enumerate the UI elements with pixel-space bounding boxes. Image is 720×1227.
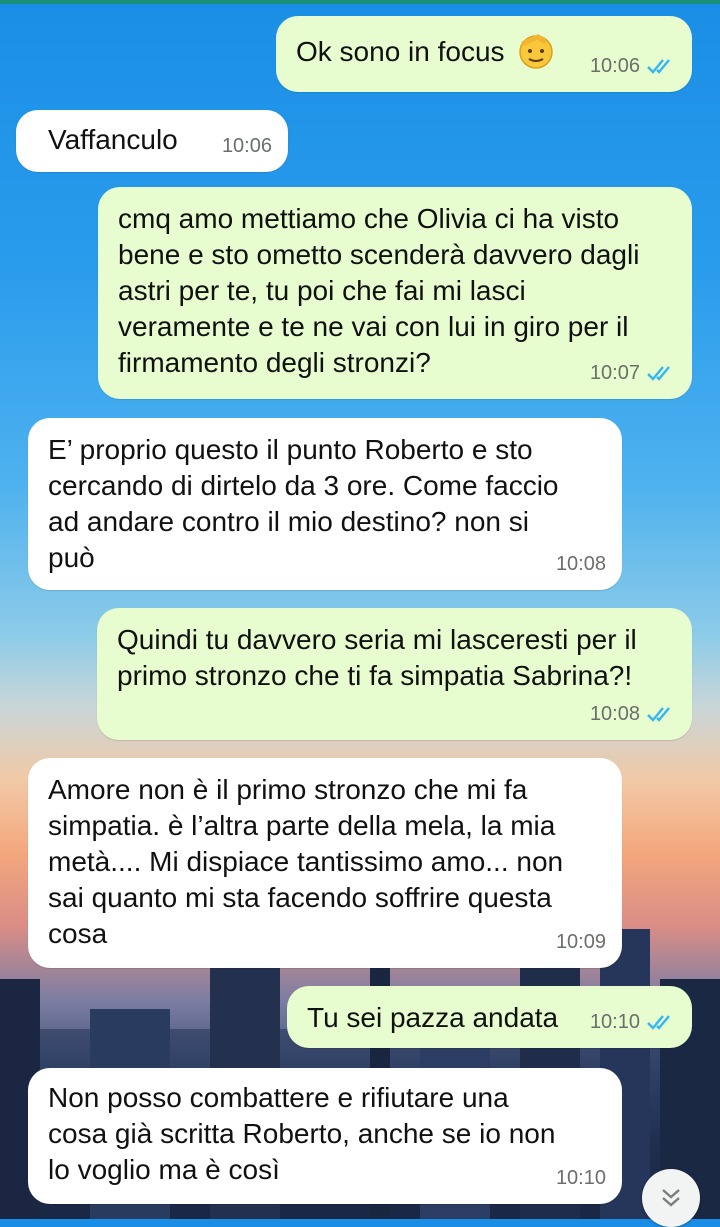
message-meta: 10:08 [590,696,676,732]
message-time: 10:10 [589,1011,640,1033]
message-time: 10:08 [589,703,640,725]
message-meta: 10:08 [556,546,606,582]
saluting-face-emoji [519,33,554,69]
message-time: 10:08 [555,553,606,575]
double-check-icon [647,1015,670,1030]
outgoing-message[interactable]: cmq amo mettiamo che Olivia ci ha visto … [98,187,692,399]
message-text: Tu sei pazza andata [307,1002,559,1033]
incoming-message[interactable]: E’ proprio questo il punto Roberto e sto… [28,418,622,590]
outgoing-message[interactable]: Quindi tu davvero seria mi lasceresti pe… [97,608,692,740]
message-text: Quindi tu davvero seria mi lasceresti pe… [117,624,637,691]
message-meta: 10:07 [590,355,676,391]
double-chevron-down-icon [662,1189,680,1207]
incoming-message[interactable]: Non posso combattere e rifiutare una cos… [28,1068,622,1204]
message-text: Amore non è il primo stronzo che mi fa s… [48,774,564,949]
message-meta: 10:06 [590,48,676,84]
message-text: Non posso combattere e rifiutare una cos… [48,1082,556,1185]
double-check-icon [647,366,670,381]
message-meta: 10:10 [590,1004,676,1040]
message-time: 10:07 [589,362,640,384]
double-check-icon [647,707,670,722]
scroll-to-bottom-button[interactable] [642,1169,700,1227]
message-time: 10:06 [221,135,272,157]
message-text: Vaffanculo [48,124,178,155]
message-time: 10:10 [555,1167,606,1189]
message-meta: 10:06 [222,128,272,164]
message-text: E’ proprio questo il punto Roberto e sto… [48,434,559,573]
outgoing-message[interactable]: Tu sei pazza andata 10:10 [287,986,692,1048]
incoming-message[interactable]: Amore non è il primo stronzo che mi fa s… [28,758,622,968]
message-meta: 10:09 [556,924,606,960]
top-accent-bar [0,0,720,4]
message-time: 10:09 [555,931,606,953]
message-text: Ok sono in focus [296,36,505,67]
outgoing-message[interactable]: Ok sono in focus 10:06 [276,16,692,92]
incoming-message[interactable]: Vaffanculo 10:06 [16,110,288,172]
message-text: cmq amo mettiamo che Olivia ci ha visto … [118,203,640,378]
message-time: 10:06 [589,55,640,77]
message-meta: 10:10 [556,1160,606,1196]
double-check-icon [647,59,670,74]
